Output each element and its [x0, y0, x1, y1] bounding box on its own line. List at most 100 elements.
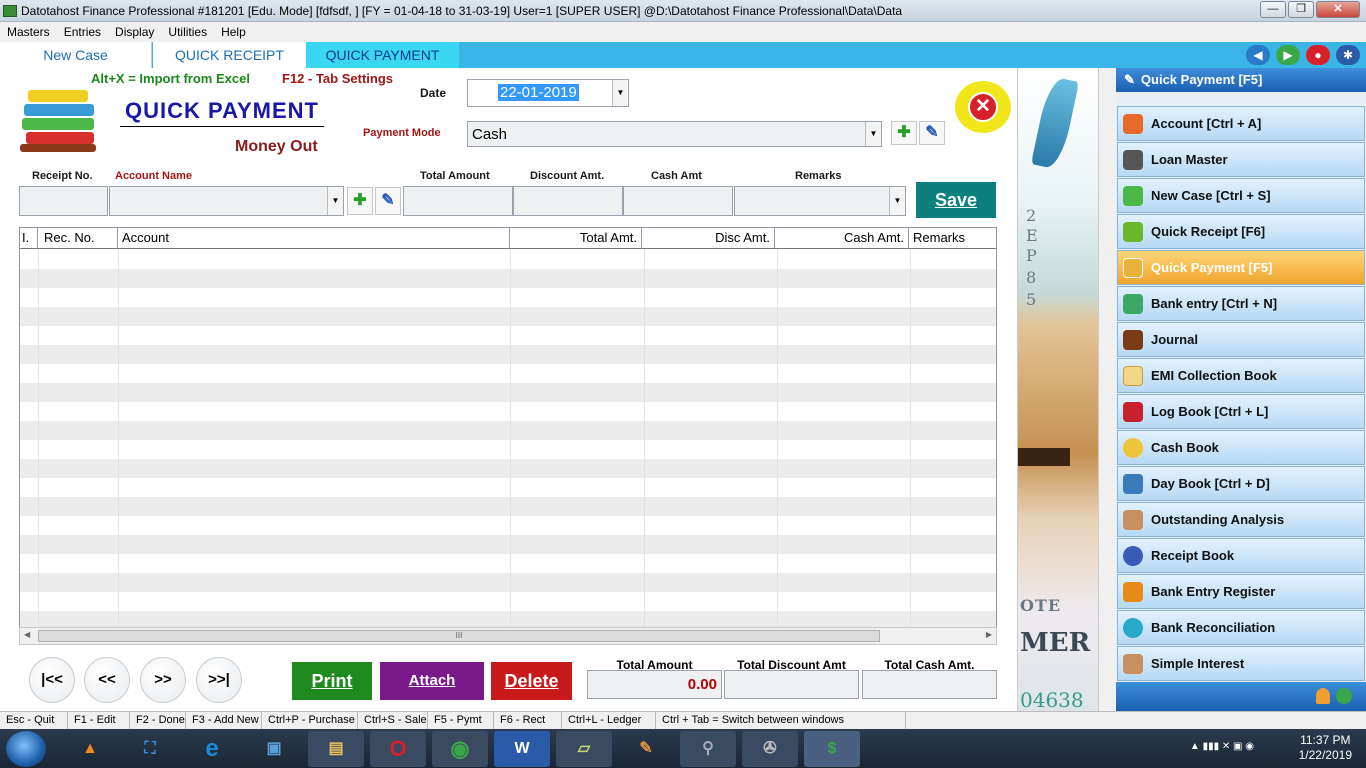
account-name-select[interactable]: ▼ — [109, 186, 344, 216]
payment-icon — [1123, 257, 1143, 278]
chevron-down-icon[interactable]: ▼ — [889, 187, 905, 215]
chat-icon[interactable]: ● — [1306, 45, 1330, 65]
sidebar-item-outstanding-analysis[interactable]: Outstanding Analysis — [1117, 502, 1365, 537]
chevron-down-icon[interactable]: ▼ — [327, 187, 343, 215]
sidebar-item-bank-entry[interactable]: Bank entry [Ctrl + N] — [1117, 286, 1365, 321]
ie-icon[interactable]: e — [184, 731, 240, 767]
previous-record-button[interactable]: << — [84, 657, 130, 703]
tab-quick-payment[interactable]: QUICK PAYMENT — [306, 42, 459, 68]
system-clock[interactable]: 11:37 PM 1/22/2019 — [1299, 733, 1352, 763]
sidebar-item-label: Bank Entry Register — [1151, 584, 1276, 599]
col-total-amt[interactable]: Total Amt. — [510, 228, 642, 248]
media-icon[interactable]: ✇ — [742, 731, 798, 767]
add-payment-mode-button[interactable]: ✚ — [891, 121, 917, 145]
sidebar-item-new-case[interactable]: New Case [Ctrl + S] — [1117, 178, 1365, 213]
add-account-button[interactable]: ✚ — [347, 187, 373, 215]
sidebar-item-day-book[interactable]: Day Book [Ctrl + D] — [1117, 466, 1365, 501]
next-record-button[interactable]: >> — [140, 657, 186, 703]
tab-new-case[interactable]: New Case — [0, 42, 152, 68]
sidebar-item-receipt-book[interactable]: Receipt Book — [1117, 538, 1365, 573]
window-title: Datotahost Finance Professional #181201 … — [21, 3, 903, 18]
sidebar-footer — [1116, 682, 1366, 711]
discount-amt-input[interactable] — [513, 186, 623, 216]
globe-icon[interactable] — [1336, 688, 1352, 704]
edit-payment-mode-button[interactable]: ✎ — [919, 121, 945, 145]
first-record-button[interactable]: |<< — [29, 657, 75, 703]
total-amount-input[interactable] — [403, 186, 513, 216]
receipt-no-label: Receipt No. — [32, 170, 93, 182]
explorer-icon[interactable]: ▤ — [308, 731, 364, 767]
sidebar-item-quick-payment[interactable]: Quick Payment [F5] — [1117, 250, 1365, 285]
close-window-button[interactable]: ✕ — [1316, 1, 1360, 18]
sidebar-item-account[interactable]: Account [Ctrl + A] — [1117, 106, 1365, 141]
megaphone-icon[interactable]: ◀ — [1246, 45, 1270, 65]
sidebar-item-simple-interest[interactable]: Simple Interest — [1117, 646, 1365, 681]
horizontal-scrollbar[interactable]: ◀ III ▶ — [19, 627, 997, 645]
maximize-button[interactable]: ❐ — [1288, 1, 1314, 18]
sidebar-item-label: Journal — [1151, 332, 1198, 347]
chevron-down-icon[interactable]: ▼ — [865, 122, 881, 146]
col-remarks[interactable]: Remarks — [909, 228, 996, 248]
payments-grid[interactable]: I. Rec. No. Account Total Amt. Disc Amt.… — [19, 227, 997, 645]
sidebar-item-bank-entry-register[interactable]: Bank Entry Register — [1117, 574, 1365, 609]
menu-utilities[interactable]: Utilities — [161, 25, 214, 39]
tab-settings-hint: F12 - Tab Settings — [282, 71, 393, 86]
tab-quick-receipt[interactable]: QUICK RECEIPT — [153, 42, 306, 68]
minimize-button[interactable]: — — [1260, 1, 1286, 18]
save-button[interactable]: Save — [916, 182, 996, 218]
opera-icon[interactable]: O — [370, 731, 426, 767]
shortcut-add-new: F3 - Add New — [186, 712, 262, 729]
sidebar-item-quick-receipt[interactable]: Quick Receipt [F6] — [1117, 214, 1365, 249]
support-icon[interactable]: ✱ — [1336, 45, 1360, 65]
receipt-no-input[interactable] — [19, 186, 108, 216]
paint-icon[interactable]: ✎ — [618, 731, 674, 767]
date-field[interactable]: 22-01-2019 ▼ — [467, 79, 629, 107]
windows-start-button[interactable] — [6, 731, 46, 767]
chevron-down-icon[interactable]: ▼ — [612, 80, 628, 106]
finance-app-icon[interactable]: $ — [804, 731, 860, 767]
menu-masters[interactable]: Masters — [0, 25, 57, 39]
col-rec-no[interactable]: Rec. No. — [38, 228, 118, 248]
scroll-left-icon[interactable]: ◀ — [24, 630, 30, 639]
plus-icon: ✚ — [353, 192, 367, 209]
sidebar-item-emi-collection-book[interactable]: EMI Collection Book — [1117, 358, 1365, 393]
scroll-thumb[interactable]: III — [38, 630, 880, 642]
attach-button[interactable]: Attach — [380, 662, 484, 700]
last-record-button[interactable]: >>| — [196, 657, 242, 703]
vlc-icon[interactable]: ▲ — [62, 731, 118, 767]
control-panel-icon[interactable]: ▣ — [246, 731, 302, 767]
edit-account-button[interactable]: ✎ — [375, 187, 401, 215]
menu-help[interactable]: Help — [214, 25, 253, 39]
col-index[interactable]: I. — [20, 228, 38, 248]
sidebar-item-log-book[interactable]: Log Book [Ctrl + L] — [1117, 394, 1365, 429]
chrome-icon[interactable]: ◉ — [432, 731, 488, 767]
payment-mode-select[interactable]: Cash ▼ — [467, 121, 882, 147]
remarks-select[interactable]: ▼ — [734, 186, 906, 216]
notes-icon[interactable]: ▱ — [556, 731, 612, 767]
shortcut-purchase: Ctrl+P - Purchase — [262, 712, 358, 729]
col-disc-amt[interactable]: Disc Amt. — [642, 228, 775, 248]
menu-display[interactable]: Display — [108, 25, 161, 39]
scroll-right-icon[interactable]: ▶ — [986, 630, 992, 639]
close-form-button[interactable]: ✕ — [955, 81, 1011, 133]
vertical-scrollbar[interactable] — [1098, 68, 1116, 711]
sidebar-item-journal[interactable]: Journal — [1117, 322, 1365, 357]
user-icon[interactable] — [1316, 688, 1330, 704]
sidebar-item-label: Day Book [Ctrl + D] — [1151, 476, 1270, 491]
video-icon[interactable]: ▶ — [1276, 45, 1300, 65]
col-cash-amt[interactable]: Cash Amt. — [775, 228, 909, 248]
reconciliation-icon — [1123, 617, 1143, 638]
word-icon[interactable]: W — [494, 731, 550, 767]
tray-icons[interactable]: ▲ ▮▮▮ ✕ ▣ ◉ — [1190, 741, 1254, 752]
search-tool-icon[interactable]: ⚲ — [680, 731, 736, 767]
currency-background-image: 2 E P 8 5 OTE MER 04638 — [1018, 68, 1098, 711]
sidebar-item-bank-reconciliation[interactable]: Bank Reconciliation — [1117, 610, 1365, 645]
sidebar-item-loan-master[interactable]: Loan Master — [1117, 142, 1365, 177]
screenshot-icon[interactable]: ⛶ — [122, 731, 178, 767]
cash-amt-input[interactable] — [623, 186, 733, 216]
menu-entries[interactable]: Entries — [57, 25, 108, 39]
col-account[interactable]: Account — [118, 228, 510, 248]
print-button[interactable]: Print — [292, 662, 372, 700]
sidebar-item-cash-book[interactable]: Cash Book — [1117, 430, 1365, 465]
delete-button[interactable]: Delete — [491, 662, 572, 700]
